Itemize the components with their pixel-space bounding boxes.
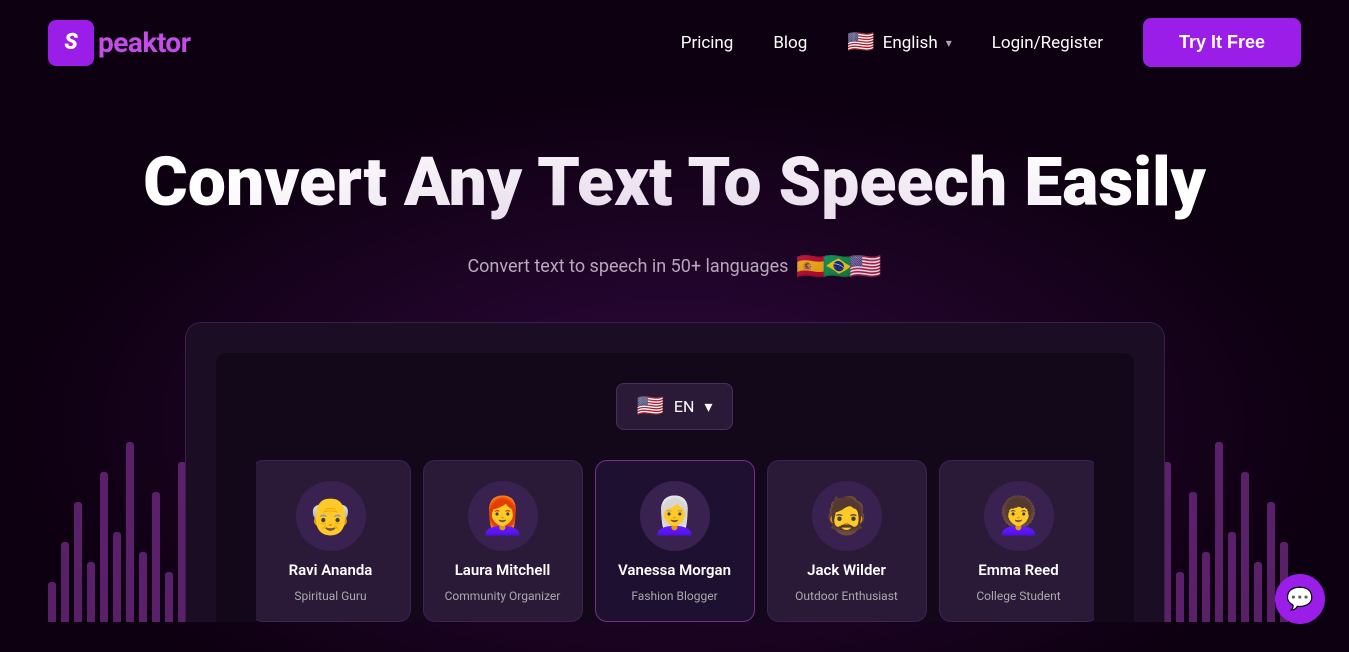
avatar: 👴 <box>296 481 366 551</box>
voice-card[interactable]: 🧔 Jack Wilder Outdoor Enthusiast <box>767 460 927 622</box>
hero-title: Convert Any Text To Speech Easily <box>48 145 1301 220</box>
sound-bar <box>1228 532 1236 622</box>
pricing-link[interactable]: Pricing <box>681 33 734 53</box>
chevron-down-icon: ▾ <box>946 36 952 50</box>
voice-name: Jack Wilder <box>807 561 886 579</box>
logo-letter: S <box>64 30 77 55</box>
avatar: 🧔 <box>812 481 882 551</box>
sound-bar <box>1267 502 1275 622</box>
language-label: English <box>883 33 938 53</box>
logo-name-text: peaktor <box>98 26 190 59</box>
avatar: 👩‍🦰 <box>468 481 538 551</box>
avatar: 👩‍🦳 <box>640 481 710 551</box>
hero-section: Convert Any Text To Speech Easily Conver… <box>0 85 1349 652</box>
app-showcase: 🇺🇸 EN ▾ 👴 Ravi Ananda Spiritual Guru 👩‍🦰… <box>48 322 1301 622</box>
voice-role: College Student <box>976 589 1060 603</box>
login-register-link[interactable]: Login/Register <box>992 33 1103 53</box>
voice-card[interactable]: 👩‍🦳 Vanessa Morgan Fashion Blogger <box>595 460 755 622</box>
avatar: 👩‍🦱 <box>984 481 1054 551</box>
sound-bar <box>87 562 95 622</box>
try-free-button[interactable]: Try It Free <box>1143 18 1301 67</box>
hero-subtitle-text: Convert text to speech in 50+ languages <box>467 256 788 277</box>
nav-links: Pricing Blog 🇺🇸 English ▾ Login/Register… <box>681 18 1301 67</box>
sound-bar <box>1202 552 1210 622</box>
sound-bar <box>152 492 160 622</box>
sound-bar <box>126 442 134 622</box>
voice-card[interactable]: 👴 Ravi Ananda Spiritual Guru <box>256 460 411 622</box>
sound-bar <box>1241 472 1249 622</box>
sound-bar <box>113 532 121 622</box>
sound-bar <box>1254 562 1262 622</box>
sound-bar <box>48 582 56 622</box>
english-flag-icon: 🇺🇸 <box>847 30 874 55</box>
voice-role: Outdoor Enthusiast <box>795 589 898 603</box>
flag-us-icon: 🇺🇸 <box>849 252 881 282</box>
mockup-lang-code: EN <box>674 397 695 416</box>
logo-text: peaktor <box>98 26 190 59</box>
chat-bubble-button[interactable]: 💬 <box>1275 574 1325 624</box>
avatar-emoji: 👴 <box>308 495 353 537</box>
navbar: S peaktor Pricing Blog 🇺🇸 English ▾ Logi… <box>0 0 1349 85</box>
voice-role: Fashion Blogger <box>631 589 717 603</box>
sound-bar <box>74 502 82 622</box>
language-flags: 🇪🇸 🇧🇷 🇺🇸 <box>802 252 881 282</box>
mockup-chevron-icon: ▾ <box>704 397 712 416</box>
avatar-emoji: 👩‍🦱 <box>996 495 1041 537</box>
sound-bar <box>1215 442 1223 622</box>
avatar-emoji: 👩‍🦳 <box>652 495 697 537</box>
app-inner: 🇺🇸 EN ▾ 👴 Ravi Ananda Spiritual Guru 👩‍🦰… <box>216 353 1134 622</box>
sound-bar <box>165 572 173 622</box>
voice-role: Community Organizer <box>445 589 561 603</box>
voice-name: Vanessa Morgan <box>618 561 731 579</box>
voice-role: Spiritual Guru <box>294 589 366 603</box>
avatar-emoji: 🧔 <box>824 495 869 537</box>
blog-link[interactable]: Blog <box>773 33 807 53</box>
mockup-flag-icon: 🇺🇸 <box>637 394 664 419</box>
logo-icon: S <box>48 20 94 66</box>
sound-bar <box>1189 492 1197 622</box>
hero-subtitle: Convert text to speech in 50+ languages … <box>48 252 1301 282</box>
voice-name: Emma Reed <box>978 561 1058 579</box>
sound-bar <box>139 552 147 622</box>
chat-icon: 💬 <box>1286 587 1313 612</box>
voice-card[interactable]: 👩‍🦱 Emma Reed College Student <box>939 460 1094 622</box>
sound-bar <box>1176 572 1184 622</box>
avatar-emoji: 👩‍🦰 <box>480 495 525 537</box>
voice-card[interactable]: 👩‍🦰 Laura Mitchell Community Organizer <box>423 460 583 622</box>
voice-name: Laura Mitchell <box>455 561 551 579</box>
logo[interactable]: S peaktor <box>48 20 190 66</box>
mockup-lang-selector: 🇺🇸 EN ▾ <box>256 383 1094 430</box>
language-selector[interactable]: 🇺🇸 English ▾ <box>847 30 951 55</box>
voice-cards-container: 👴 Ravi Ananda Spiritual Guru 👩‍🦰 Laura M… <box>256 460 1094 622</box>
sound-bar <box>100 472 108 622</box>
voice-name: Ravi Ananda <box>289 561 373 579</box>
app-mockup: 🇺🇸 EN ▾ 👴 Ravi Ananda Spiritual Guru 👩‍🦰… <box>185 322 1165 622</box>
sound-bar <box>61 542 69 622</box>
mockup-lang-dropdown[interactable]: 🇺🇸 EN ▾ <box>616 383 734 430</box>
